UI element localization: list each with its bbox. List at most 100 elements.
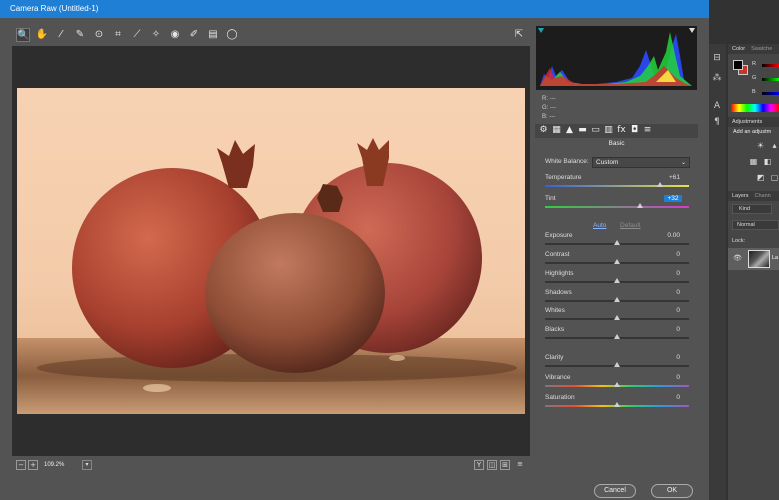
auto-link[interactable]: Auto	[593, 222, 606, 229]
white-balance-tool-icon[interactable]: ⁄	[54, 28, 68, 42]
temperature-slider-thumb[interactable]	[657, 182, 664, 187]
blacks-slider-thumb[interactable]	[614, 334, 620, 339]
contrast-slider-thumb[interactable]	[614, 259, 620, 264]
tab-layers[interactable]: Layers	[732, 193, 749, 199]
layer-name: La	[772, 255, 779, 261]
zoom-level: 109.2%	[44, 462, 65, 468]
swap-settings-icon[interactable]: ◫	[487, 460, 497, 470]
before-after-view-icon[interactable]: Y	[474, 460, 484, 470]
preview-image	[17, 88, 525, 414]
eye-icon[interactable]: 👁	[733, 254, 742, 262]
tint-slider-track[interactable]	[545, 206, 689, 208]
detail-tab-icon[interactable]: ▲	[564, 125, 575, 136]
tab-channels[interactable]: Chann	[755, 193, 771, 199]
graduated-filter-icon[interactable]: ▤	[206, 28, 220, 42]
hue-saturation-icon[interactable]: ◧	[763, 157, 772, 166]
r-label: R	[752, 61, 756, 67]
color-sampler-tool-icon[interactable]: ✎	[73, 28, 87, 42]
white-balance-select[interactable]: Custom ⌄	[592, 157, 690, 168]
hsl-tab-icon[interactable]: ▬	[577, 125, 588, 136]
adjustment-brush-icon[interactable]: ✐	[187, 28, 201, 42]
tab-swatches[interactable]: Swatche	[751, 46, 772, 52]
default-link[interactable]: Default	[620, 222, 641, 229]
zoom-dropdown-chevron-down-icon[interactable]: ▾	[82, 460, 92, 470]
vibrance-value-field[interactable]: 0	[650, 374, 680, 381]
temperature-label: Temperature	[545, 174, 582, 181]
zoom-out-button[interactable]: −	[16, 460, 26, 470]
character-icon[interactable]: A	[711, 100, 723, 112]
presets-tab-icon[interactable]: ≡	[642, 125, 653, 136]
adjustments-panel-tabs: Adjustments	[728, 117, 779, 127]
auto-default-row: Auto Default	[545, 222, 690, 232]
zoom-tool-icon[interactable]: 🔍	[16, 28, 30, 42]
zoom-in-button[interactable]: +	[28, 460, 38, 470]
tool-bar: 🔍 ✋ ⁄ ✎ ⊙ ⌗ ⟋ ✧ ◉ ✐ ▤ ◯ ⇱	[12, 26, 530, 44]
blacks-slider-row: Blacks 0	[545, 326, 690, 344]
whites-slider-thumb[interactable]	[614, 315, 620, 320]
g-slider[interactable]	[762, 78, 779, 81]
b-readout: B: ---	[542, 114, 556, 120]
tone-curve-tab-icon[interactable]: ▦	[551, 125, 562, 136]
highlights-value-field[interactable]: 0	[650, 270, 680, 277]
color-spectrum[interactable]	[731, 104, 779, 112]
brush-preset-icon[interactable]: ⁂	[711, 72, 723, 84]
panel-tabs: ⚙ ▦ ▲ ▬ ▭ ▥ fx ◘ ≡	[535, 124, 698, 138]
exposure-slider-thumb[interactable]	[614, 240, 620, 245]
posterize-icon[interactable]: ▢	[770, 173, 779, 182]
temperature-slider-track[interactable]	[545, 185, 689, 187]
tint-slider-row: Tint +32	[545, 195, 690, 213]
b-label: B	[752, 89, 756, 95]
history-icon[interactable]: ⊟	[711, 52, 723, 64]
ok-button[interactable]: OK	[651, 484, 693, 498]
exposure-value-field[interactable]: 0.00	[650, 232, 680, 239]
dialog-title: Camera Raw (Untitled-1)	[10, 4, 99, 13]
radial-filter-icon[interactable]: ◯	[225, 28, 239, 42]
copy-settings-icon[interactable]: ⊞	[500, 460, 510, 470]
contrast-value-field[interactable]: 0	[650, 251, 680, 258]
shadows-value-field[interactable]: 0	[650, 289, 680, 296]
vibrance-icon[interactable]: ▦	[749, 157, 758, 166]
red-eye-tool-icon[interactable]: ◉	[168, 28, 182, 42]
brightness-icon[interactable]: ☀	[756, 141, 765, 150]
tint-value-field[interactable]: +32	[664, 195, 682, 202]
shadows-slider-thumb[interactable]	[614, 297, 620, 302]
whites-value-field[interactable]: 0	[650, 307, 680, 314]
lens-tab-icon[interactable]: ▥	[603, 125, 614, 136]
r-slider[interactable]	[762, 64, 779, 67]
crop-tool-icon[interactable]: ⌗	[111, 28, 125, 42]
blend-mode-select[interactable]: Normal	[732, 220, 779, 230]
cancel-button[interactable]: Cancel	[594, 484, 636, 498]
blacks-value-field[interactable]: 0	[650, 326, 680, 333]
basic-tab-icon[interactable]: ⚙	[538, 125, 549, 136]
hand-tool-icon[interactable]: ✋	[35, 28, 49, 42]
saturation-value-field[interactable]: 0	[650, 394, 680, 401]
g-label: G	[752, 75, 757, 81]
b-slider[interactable]	[762, 92, 779, 95]
toggle-settings-icon[interactable]: ≡	[515, 460, 525, 470]
open-preferences-icon[interactable]: ⇱	[512, 28, 526, 42]
temperature-value-field[interactable]: +61	[650, 174, 680, 181]
vibrance-slider-thumb[interactable]	[614, 382, 620, 387]
tint-slider-thumb[interactable]	[637, 203, 644, 208]
paragraph-icon[interactable]: ¶	[711, 116, 723, 128]
effects-tab-icon[interactable]: fx	[616, 125, 627, 136]
invert-icon[interactable]: ◩	[756, 173, 765, 182]
tab-color[interactable]: Color	[732, 46, 745, 52]
clarity-value-field[interactable]: 0	[650, 354, 680, 361]
levels-icon[interactable]: ▴	[770, 141, 779, 150]
dialog-title-bar: Camera Raw (Untitled-1)	[0, 0, 709, 18]
split-toning-tab-icon[interactable]: ▭	[590, 125, 601, 136]
highlights-slider-thumb[interactable]	[614, 278, 620, 283]
tab-adjustments[interactable]: Adjustments	[732, 119, 762, 125]
straighten-tool-icon[interactable]: ⟋	[130, 28, 144, 42]
spot-removal-tool-icon[interactable]: ✧	[149, 28, 163, 42]
saturation-slider-thumb[interactable]	[614, 402, 620, 407]
shadows-label: Shadows	[545, 289, 572, 296]
foreground-color-swatch[interactable]	[733, 60, 743, 70]
r-readout: R: ---	[542, 96, 556, 102]
calibration-tab-icon[interactable]: ◘	[629, 125, 640, 136]
highlights-label: Highlights	[545, 270, 574, 277]
targeted-adjustment-tool-icon[interactable]: ⊙	[92, 28, 106, 42]
layer-filter-kind[interactable]: Kind	[732, 204, 772, 214]
clarity-slider-thumb[interactable]	[614, 362, 620, 367]
